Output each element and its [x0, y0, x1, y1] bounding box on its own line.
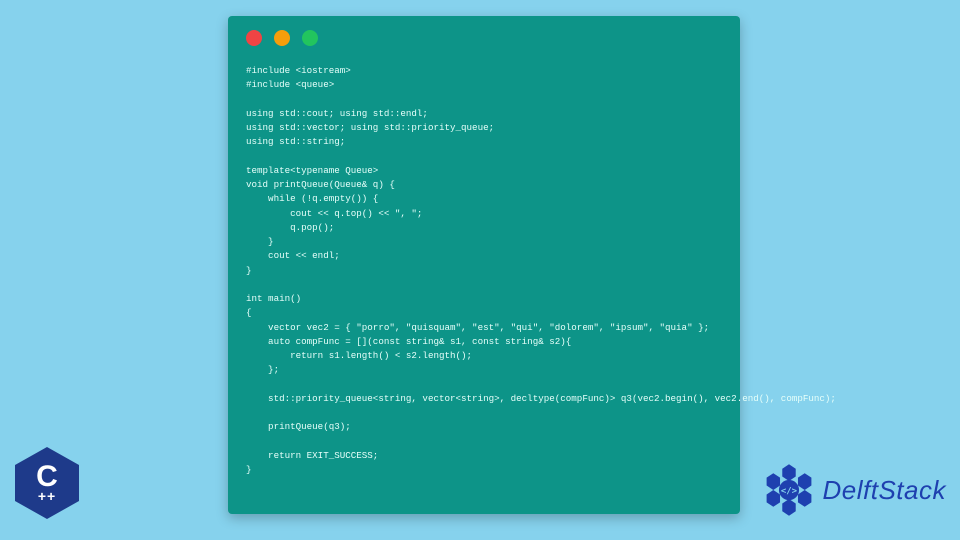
- maximize-icon: [302, 30, 318, 46]
- hexagon-icon: C ++: [15, 447, 79, 519]
- close-icon: [246, 30, 262, 46]
- code-block: #include <iostream> #include <queue> usi…: [246, 64, 722, 477]
- cpp-suffix: ++: [38, 488, 56, 504]
- traffic-lights: [246, 30, 722, 46]
- brand-name: DelftStack: [823, 475, 947, 506]
- delftstack-logo-icon: </>: [761, 462, 817, 518]
- brand: </> DelftStack: [761, 462, 947, 518]
- minimize-icon: [274, 30, 290, 46]
- code-window: #include <iostream> #include <queue> usi…: [228, 16, 740, 514]
- svg-text:</>: </>: [780, 486, 796, 496]
- cpp-logo: C ++: [12, 444, 82, 522]
